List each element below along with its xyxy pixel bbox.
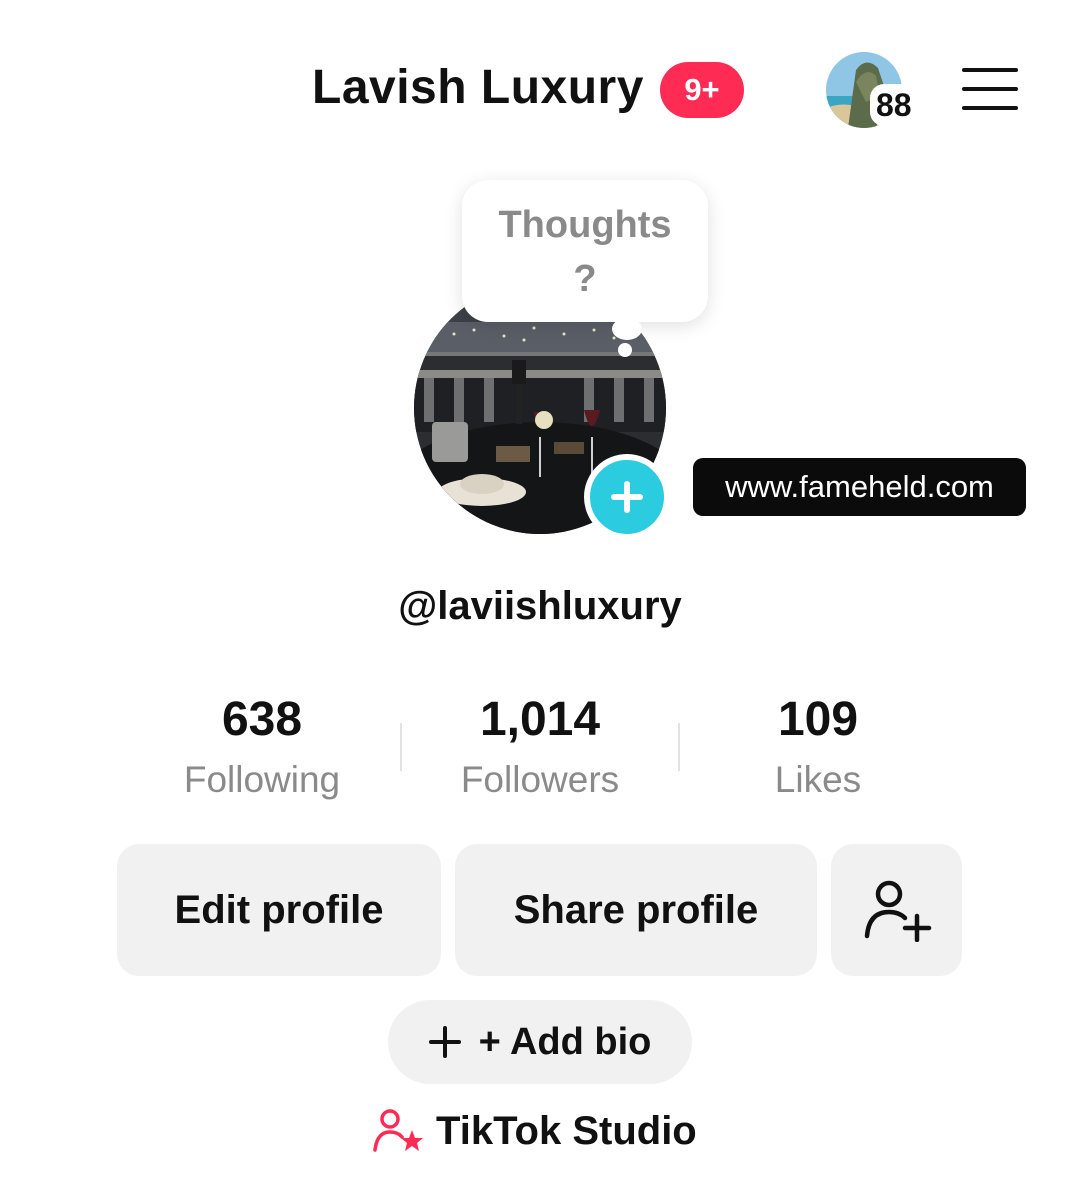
stat-divider: [400, 723, 402, 771]
story-count: 88: [870, 84, 918, 126]
stat-label: Likes: [774, 759, 862, 800]
thought-bubble-tail-dot: [618, 343, 632, 357]
add-bio-button[interactable]: + Add bio: [388, 1000, 692, 1084]
thought-bubble[interactable]: Thoughts ?: [462, 180, 708, 322]
stat-value: 638: [221, 693, 303, 746]
tiktok-studio-link[interactable]: TikTok Studio: [372, 1108, 697, 1154]
username: @laviishluxury: [398, 584, 682, 628]
plus-icon: [428, 1026, 461, 1058]
page-title[interactable]: Lavish Luxury: [312, 60, 644, 115]
stat-followers[interactable]: 1,014 Followers: [420, 690, 660, 802]
stat-label: Followers: [460, 759, 620, 800]
stat-following[interactable]: 638 Following: [142, 690, 382, 802]
hamburger-menu-icon[interactable]: [962, 68, 1018, 110]
stat-value: 109: [777, 693, 859, 746]
thought-bubble-text: Thoughts: [498, 204, 672, 246]
edit-profile-button[interactable]: Edit profile: [117, 844, 441, 976]
person-star-icon: [373, 1109, 423, 1152]
share-profile-button[interactable]: Share profile: [455, 844, 817, 976]
add-story-button[interactable]: [584, 454, 670, 540]
stat-divider: [678, 723, 680, 771]
stat-value: 1,014: [479, 693, 601, 746]
thought-bubble-tail: [612, 318, 642, 340]
profile-link[interactable]: www.fameheld.com: [693, 458, 1026, 516]
add-bio-label: + Add bio: [478, 1020, 652, 1063]
person-add-icon: [864, 880, 931, 942]
thought-bubble-question: ?: [573, 258, 597, 300]
stat-label: Following: [183, 759, 341, 800]
notification-badge[interactable]: 9+: [660, 62, 744, 118]
stat-likes[interactable]: 109 Likes: [698, 690, 938, 802]
plus-icon: [611, 481, 643, 513]
tiktok-studio-label: TikTok Studio: [436, 1108, 697, 1153]
add-friend-button[interactable]: [831, 844, 962, 976]
